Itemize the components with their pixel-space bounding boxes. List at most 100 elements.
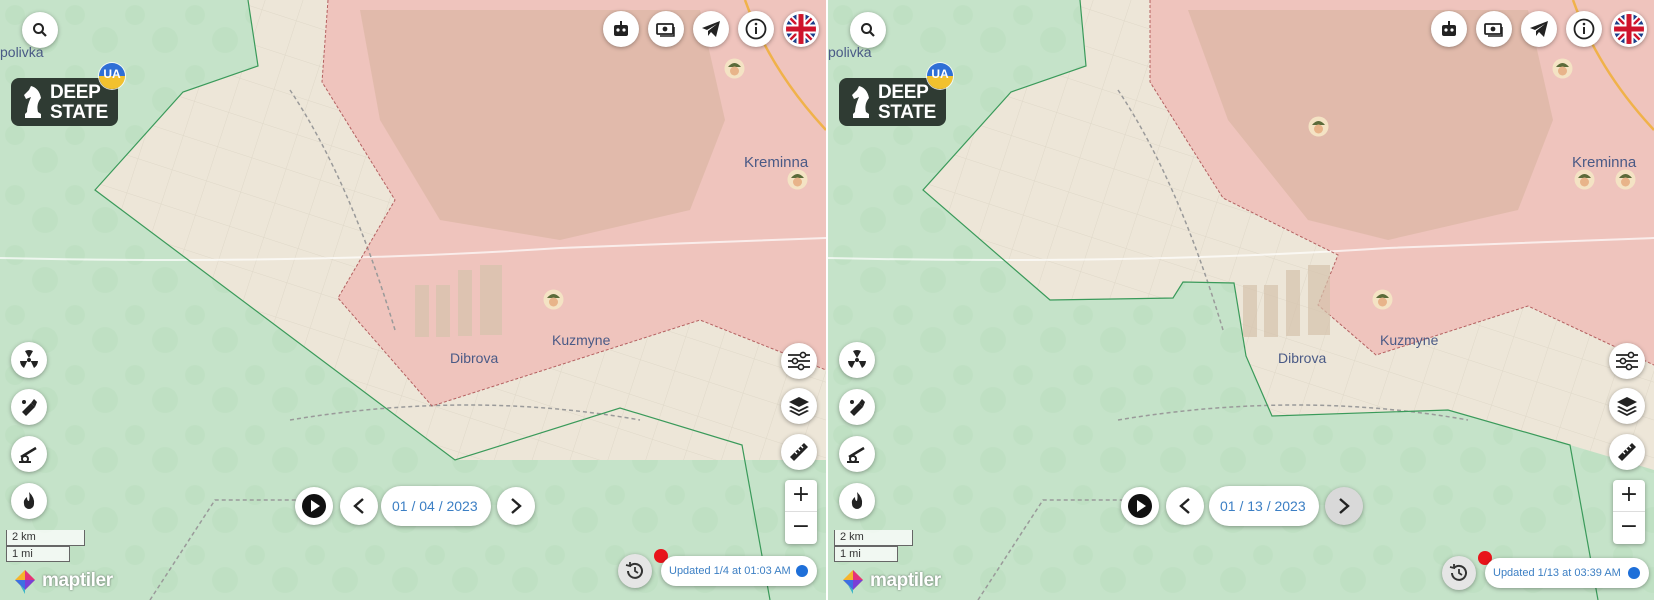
radiation-icon — [20, 350, 38, 368]
search-button[interactable] — [850, 12, 886, 48]
artillery-icon — [19, 446, 37, 463]
robot-button[interactable] — [603, 11, 639, 47]
robot-button[interactable] — [1431, 11, 1467, 47]
next-date-button[interactable] — [497, 487, 535, 525]
donate-button[interactable] — [1476, 11, 1512, 47]
russian-unit-icon[interactable] — [1372, 289, 1393, 310]
logo-line1: DEEP — [878, 82, 929, 103]
russian-unit-icon[interactable] — [1552, 58, 1573, 79]
telegram-button[interactable] — [693, 11, 729, 47]
place-label-kuzmyne: Kuzmyne — [1380, 332, 1439, 348]
next-date-button-disabled[interactable] — [1325, 487, 1363, 525]
money-icon — [1484, 23, 1503, 37]
russian-unit-icon[interactable] — [543, 289, 564, 310]
map-panel-right[interactable]: Kreminna Dibrova Kuzmyne polivka DEEP ST… — [828, 0, 1654, 600]
info-button[interactable] — [738, 11, 774, 47]
shelling-button[interactable] — [839, 389, 875, 425]
fire-button[interactable] — [11, 483, 47, 519]
donate-button[interactable] — [648, 11, 684, 47]
info-icon — [1573, 18, 1595, 40]
ruler-button[interactable] — [1609, 434, 1645, 470]
radiation-button[interactable] — [839, 342, 875, 378]
status-dot — [1628, 567, 1640, 579]
artillery-button[interactable] — [839, 436, 875, 472]
filters-button[interactable] — [1609, 343, 1645, 379]
play-icon — [1128, 494, 1152, 518]
language-button[interactable] — [1611, 11, 1647, 47]
map-panel-left[interactable]: Kreminna Dibrova Kuzmyne polivka DEEP ST… — [0, 0, 826, 600]
history-icon — [625, 562, 643, 579]
shell-icon — [850, 399, 865, 416]
fire-icon — [851, 492, 863, 509]
artillery-icon — [847, 446, 865, 463]
updated-status[interactable]: Updated 1/13 at 03:39 AM — [1485, 558, 1649, 588]
knight-icon — [852, 86, 869, 118]
russian-unit-icon[interactable] — [1308, 116, 1329, 137]
updated-text: Updated 1/4 at 01:03 AM — [669, 565, 791, 577]
zoom-out-button[interactable]: − — [785, 512, 817, 544]
chevron-right-icon — [1339, 498, 1350, 514]
maptiler-logo[interactable]: maptiler — [839, 568, 941, 594]
zoom-in-button[interactable]: + — [785, 480, 817, 512]
filters-button[interactable] — [781, 343, 817, 379]
ua-badge[interactable]: UA — [927, 63, 953, 89]
play-button[interactable] — [1121, 487, 1159, 525]
maptiler-icon — [15, 570, 35, 594]
radiation-button[interactable] — [11, 342, 47, 378]
chevron-left-icon — [1179, 498, 1190, 514]
place-label-kuzmyne: Kuzmyne — [552, 332, 611, 348]
history-icon — [1449, 564, 1467, 581]
knight-icon — [24, 86, 41, 118]
play-button[interactable] — [295, 487, 333, 525]
shelling-button[interactable] — [11, 389, 47, 425]
russian-unit-icon[interactable] — [1615, 169, 1636, 190]
fire-button[interactable] — [839, 483, 875, 519]
updated-text: Updated 1/13 at 03:39 AM — [1493, 567, 1621, 579]
telegram-button[interactable] — [1521, 11, 1557, 47]
radiation-icon — [848, 350, 866, 368]
date-input[interactable]: 01 / 04 / 2023 — [381, 486, 491, 526]
layers-button[interactable] — [1609, 388, 1645, 424]
language-button[interactable] — [783, 11, 819, 47]
logo-line2: STATE — [50, 102, 108, 123]
info-icon — [745, 18, 767, 40]
russian-unit-icon[interactable] — [787, 169, 808, 190]
layers-button[interactable] — [781, 388, 817, 424]
zoom-in-button[interactable]: + — [1613, 480, 1645, 512]
ua-badge-label: UA — [931, 67, 949, 81]
russian-unit-icon[interactable] — [1574, 169, 1595, 190]
chevron-right-icon — [511, 498, 522, 514]
layers-icon — [1617, 397, 1637, 416]
scale-metric: 2 km — [6, 530, 85, 546]
zoom-control: + − — [1613, 480, 1645, 544]
previous-date-button[interactable] — [1166, 487, 1204, 525]
artillery-button[interactable] — [11, 436, 47, 472]
history-button[interactable] — [1442, 556, 1476, 590]
ruler-button[interactable] — [781, 434, 817, 470]
ruler-icon — [1618, 443, 1636, 461]
maptiler-logo[interactable]: maptiler — [11, 568, 113, 594]
search-button[interactable] — [22, 12, 58, 48]
russian-unit-icon[interactable] — [724, 58, 745, 79]
history-button[interactable] — [618, 554, 652, 588]
comparison-view: Kreminna Dibrova Kuzmyne polivka DEEP ST… — [0, 0, 1659, 600]
status-dot — [796, 565, 808, 577]
zoom-control: + − — [785, 480, 817, 544]
filters-icon — [1616, 351, 1638, 371]
date-input[interactable]: 01 / 13 / 2023 — [1209, 486, 1319, 526]
search-icon — [861, 23, 875, 37]
telegram-icon — [1530, 21, 1548, 37]
scale-imperial: 1 mi — [834, 546, 898, 562]
scale-metric: 2 km — [834, 530, 913, 546]
info-button[interactable] — [1566, 11, 1602, 47]
uk-flag-icon — [1614, 14, 1644, 44]
updated-status[interactable]: Updated 1/4 at 01:03 AM — [661, 556, 817, 586]
robot-icon — [614, 21, 628, 36]
zoom-out-button[interactable]: − — [1613, 512, 1645, 544]
place-label-dibrova: Dibrova — [450, 350, 499, 366]
search-icon — [33, 23, 47, 37]
ua-badge-label: UA — [103, 67, 121, 81]
fire-icon — [23, 492, 35, 509]
previous-date-button[interactable] — [340, 487, 378, 525]
ua-badge[interactable]: UA — [99, 63, 125, 89]
